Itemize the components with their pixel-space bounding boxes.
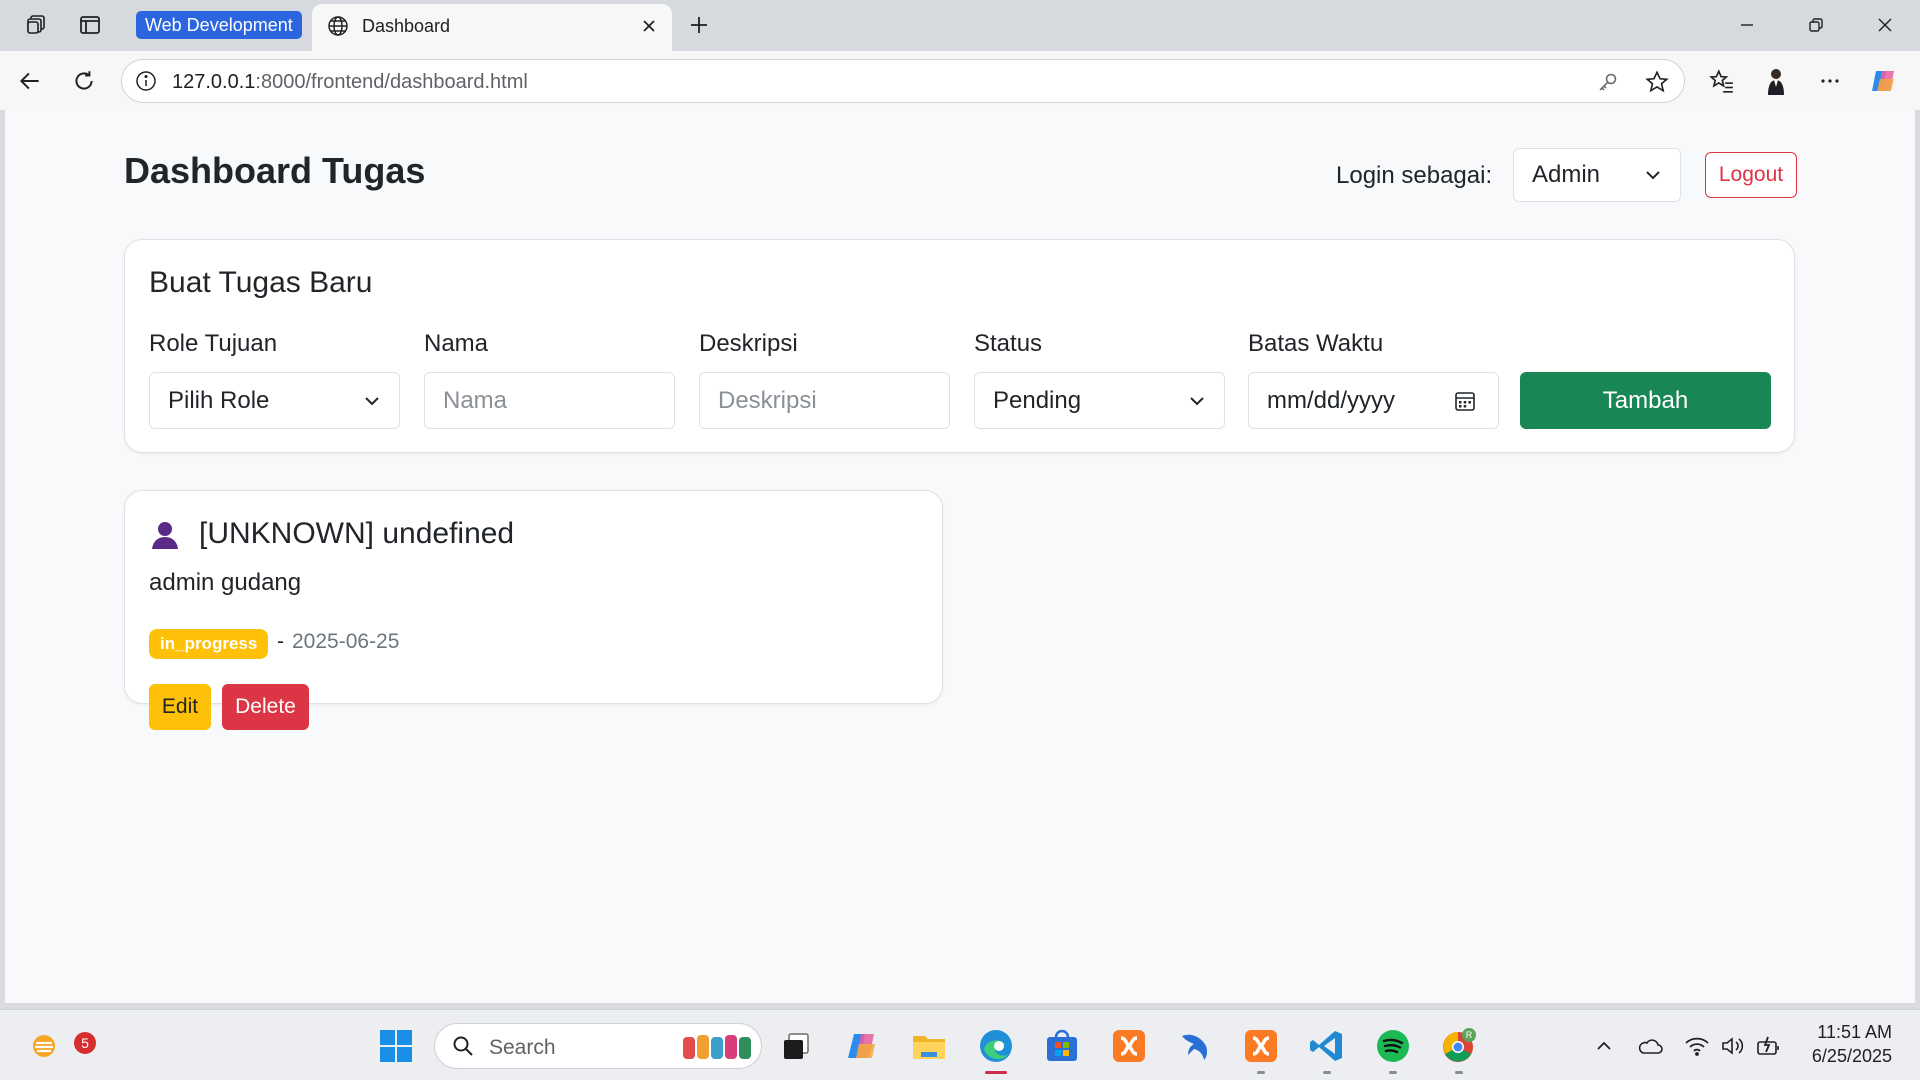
- tab-group-label[interactable]: Web Development: [136, 11, 302, 39]
- clock-time: 11:51 AM: [1817, 1022, 1892, 1042]
- name-label: Nama: [424, 330, 489, 357]
- close-tab-icon[interactable]: [636, 13, 662, 39]
- task-card: [UNKNOWN] undefined admin gudang in_prog…: [124, 490, 943, 730]
- workspaces-icon[interactable]: [22, 11, 50, 39]
- taskbar-search[interactable]: Search: [434, 1023, 762, 1069]
- vscode-icon[interactable]: [1307, 1026, 1347, 1074]
- task-title: [UNKNOWN] undefined: [199, 517, 515, 550]
- tab-actions-icon[interactable]: [76, 11, 104, 39]
- wifi-icon[interactable]: [1677, 1026, 1717, 1066]
- browser-tab-bar: Web Development Dashboard: [0, 0, 1920, 51]
- back-icon[interactable]: [12, 63, 48, 99]
- chevron-up-icon[interactable]: [1584, 1026, 1624, 1066]
- delete-button[interactable]: Delete: [222, 684, 309, 730]
- key-icon[interactable]: [1596, 70, 1620, 99]
- status-label: Status: [974, 330, 1043, 357]
- search-label: Search: [489, 1036, 556, 1059]
- xampp-icon[interactable]: [1109, 1026, 1149, 1066]
- chevron-down-icon: [365, 396, 379, 405]
- xampp-control-icon[interactable]: [1241, 1026, 1281, 1074]
- add-task-button[interactable]: Tambah: [1520, 372, 1771, 429]
- deadline-input[interactable]: mm/dd/yyyy: [1248, 372, 1499, 429]
- new-task-card: Buat Tugas Baru Role Tujuan Pilih Role N…: [124, 239, 1795, 453]
- role-target-select[interactable]: Pilih Role: [149, 372, 400, 429]
- task-view-icon[interactable]: [776, 1026, 816, 1066]
- new-task-title: Buat Tugas Baru: [149, 266, 373, 299]
- volume-icon[interactable]: [1712, 1026, 1752, 1066]
- favorites-icon[interactable]: [1704, 63, 1740, 99]
- svg-text:R: R: [1466, 1030, 1473, 1040]
- chevron-down-icon: [1646, 171, 1660, 180]
- chevron-down-icon: [1190, 396, 1204, 405]
- status-badge: in_progress: [149, 629, 269, 659]
- profile-avatar-icon[interactable]: [1758, 63, 1794, 99]
- running-indicator: [1389, 1071, 1397, 1074]
- url-text: 127.0.0.1:8000/frontend/dashboard.html: [172, 71, 528, 93]
- new-tab-icon[interactable]: [684, 10, 714, 40]
- minimize-icon[interactable]: [1724, 10, 1770, 40]
- close-window-icon[interactable]: [1862, 10, 1908, 40]
- windows-taskbar: 5 Search R 11:51 AM 6/25/2025: [0, 1009, 1920, 1080]
- status-select-value: Pending: [993, 386, 1082, 414]
- running-indicator: [1257, 1071, 1265, 1074]
- role-target-value: Pilih Role: [168, 386, 270, 414]
- page-title: Dashboard Tugas: [124, 150, 426, 191]
- description-input[interactable]: Deskripsi: [699, 372, 950, 429]
- more-menu-icon[interactable]: [1812, 63, 1848, 99]
- edit-button[interactable]: Edit: [149, 684, 211, 730]
- file-explorer-icon[interactable]: [909, 1026, 949, 1066]
- task-date: 2025-06-25: [292, 630, 400, 653]
- globe-icon: [326, 14, 350, 43]
- description-placeholder: Deskripsi: [718, 386, 817, 414]
- restore-icon[interactable]: [1793, 10, 1839, 40]
- copilot-icon[interactable]: [1866, 63, 1902, 99]
- refresh-icon[interactable]: [66, 63, 102, 99]
- role-select-value: Admin: [1532, 161, 1601, 188]
- spotify-icon[interactable]: [1373, 1026, 1413, 1074]
- role-target-label: Role Tujuan: [149, 330, 278, 357]
- address-bar[interactable]: 127.0.0.1:8000/frontend/dashboard.html: [121, 59, 1685, 103]
- calendar-icon[interactable]: [1454, 390, 1476, 419]
- name-placeholder: Nama: [443, 386, 508, 414]
- clock-date: 6/25/2025: [1811, 1046, 1892, 1066]
- login-as-label: Login sebagai:: [1336, 162, 1493, 189]
- logout-button[interactable]: Logout: [1705, 152, 1797, 198]
- windows-start-icon[interactable]: [376, 1026, 416, 1066]
- description-label: Deskripsi: [699, 330, 798, 357]
- deadline-placeholder: mm/dd/yyyy: [1267, 386, 1396, 414]
- onedrive-icon[interactable]: [1630, 1026, 1670, 1066]
- role-select[interactable]: Admin: [1513, 148, 1681, 202]
- page-content: Dashboard Tugas Login sebagai: Admin Log…: [5, 110, 1915, 1003]
- mysql-workbench-icon[interactable]: [1175, 1026, 1215, 1066]
- favorite-star-icon[interactable]: [1644, 69, 1670, 100]
- running-indicator: [1323, 1071, 1331, 1074]
- search-icon: [451, 1034, 475, 1063]
- edge-browser-icon[interactable]: [976, 1026, 1016, 1074]
- chrome-icon[interactable]: R: [1439, 1026, 1479, 1074]
- user-icon: [149, 519, 181, 551]
- date-separator: -: [277, 630, 284, 653]
- system-clock[interactable]: 11:51 AM 6/25/2025: [1812, 1020, 1892, 1068]
- running-indicator: [1455, 1071, 1463, 1074]
- browser-toolbar: 127.0.0.1:8000/frontend/dashboard.html: [0, 51, 1920, 110]
- running-indicator: [985, 1071, 1007, 1074]
- status-select[interactable]: Pending: [974, 372, 1225, 429]
- name-input[interactable]: Nama: [424, 372, 675, 429]
- microsoft-store-icon[interactable]: [1042, 1026, 1082, 1066]
- task-description: admin gudang: [149, 569, 302, 596]
- search-highlight-icon: [681, 1029, 753, 1068]
- tab-dashboard[interactable]: Dashboard: [312, 4, 672, 51]
- copilot-app-icon[interactable]: [843, 1026, 883, 1066]
- weather-widget-icon[interactable]: 5: [26, 1026, 96, 1066]
- notification-badge: 5: [74, 1032, 96, 1054]
- tab-title: Dashboard: [362, 16, 451, 36]
- site-info-icon[interactable]: [134, 69, 158, 98]
- deadline-label: Batas Waktu: [1248, 330, 1384, 357]
- battery-icon[interactable]: [1748, 1026, 1788, 1066]
